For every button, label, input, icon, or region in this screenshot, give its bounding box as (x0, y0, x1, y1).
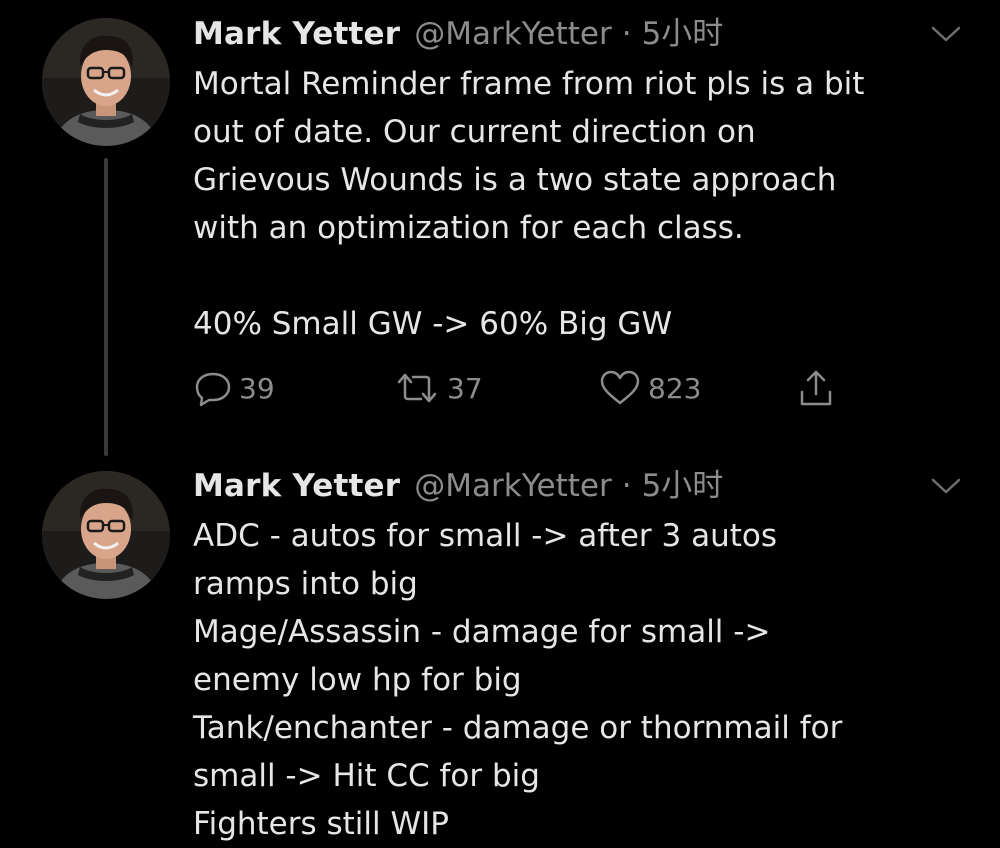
thread-connector-line (104, 158, 108, 456)
share-icon (800, 370, 832, 406)
like-button[interactable]: 823 (598, 366, 701, 410)
more-options-button[interactable] (928, 22, 964, 46)
heart-icon (600, 370, 640, 405)
retweet-count: 37 (447, 371, 483, 405)
separator-dot: · (621, 16, 632, 52)
retweet-icon (397, 373, 437, 403)
reply-button[interactable]: 39 (193, 366, 275, 410)
avatar[interactable] (42, 471, 170, 599)
chevron-down-icon (931, 478, 961, 494)
avatar-image (42, 471, 170, 599)
chevron-down-icon (931, 26, 961, 42)
retweet-button[interactable]: 37 (393, 366, 483, 410)
reply-icon (195, 372, 231, 407)
reply-count: 39 (239, 371, 275, 405)
timestamp[interactable]: 5小时 (642, 464, 724, 508)
timestamp[interactable]: 5小时 (642, 12, 724, 56)
author-handle[interactable]: @MarkYetter (414, 464, 611, 508)
tweet-text: ADC - autos for small -> after 3 autos r… (193, 518, 843, 842)
tweet[interactable]: Mark Yetter @MarkYetter · 5小时 ADC - auto… (0, 452, 1000, 844)
like-count: 823 (648, 371, 702, 405)
author-name[interactable]: Mark Yetter (193, 12, 400, 56)
tweet[interactable]: Mark Yetter @MarkYetter · 5小时 Mortal Rem… (0, 0, 1000, 460)
more-options-button[interactable] (928, 474, 964, 498)
share-button[interactable] (796, 366, 836, 410)
author-name[interactable]: Mark Yetter (193, 464, 400, 508)
tweet-header: Mark Yetter @MarkYetter · 5小时 (193, 12, 723, 56)
tweet-actions: 39 37 823 (193, 366, 893, 410)
separator-dot: · (621, 468, 632, 504)
tweet-text: Mortal Reminder frame from riot pls is a… (193, 66, 865, 342)
author-handle[interactable]: @MarkYetter (414, 12, 611, 56)
avatar-image (42, 18, 170, 146)
avatar[interactable] (42, 18, 170, 146)
tweet-header: Mark Yetter @MarkYetter · 5小时 (193, 464, 723, 508)
